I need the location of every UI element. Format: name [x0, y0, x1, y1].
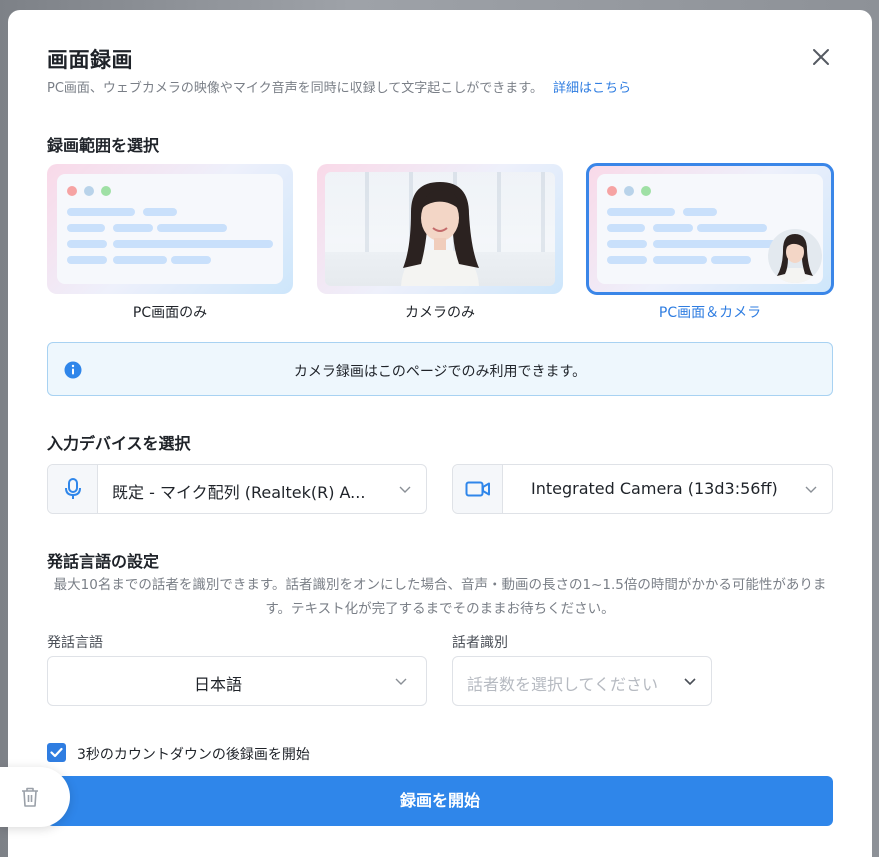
- start-recording-button[interactable]: 録画を開始: [47, 776, 833, 826]
- devices-section-title: 入力デバイスを選択: [47, 434, 191, 453]
- language-description: 最大10名までの話者を識別できます。話者識別をオンにした場合、音声・動画の長さの…: [53, 577, 827, 617]
- info-banner-text: カメラ録画はこのページでのみ利用できます。: [293, 364, 587, 380]
- scope-option-pc-and-camera[interactable]: [586, 163, 834, 295]
- screen-recording-modal: 画面録画 PC画面、ウェブカメラの映像やマイク音声を同時に収録して文字起こしがで…: [8, 10, 872, 857]
- trash-button[interactable]: [0, 767, 70, 827]
- camera-person-photo: [325, 172, 555, 286]
- chevron-down-icon: [805, 486, 817, 493]
- spoken-language-label: 発話言語: [47, 635, 103, 651]
- camera-icon-box: [453, 465, 503, 513]
- modal-subtitle: PC画面、ウェブカメラの映像やマイク音声を同時に収録して文字起こしができます。詳…: [47, 77, 631, 96]
- window-dots: [67, 186, 111, 196]
- video-camera-icon: [465, 481, 490, 497]
- chevron-down-icon: [684, 678, 696, 686]
- language-section-title: 発話言語の設定: [47, 552, 160, 571]
- chevron-down-icon: [399, 486, 411, 493]
- checkmark-icon: [50, 747, 63, 758]
- modal-title: 画面録画: [47, 48, 133, 72]
- countdown-checkbox-label[interactable]: 3秒のカウントダウンの後録画を開始: [77, 744, 310, 764]
- trash-icon: [22, 787, 38, 807]
- screen-illustration: [597, 174, 823, 284]
- microphone-icon: [64, 478, 81, 499]
- scope-option-pc-screen[interactable]: [47, 164, 293, 294]
- camera-select-value: Integrated Camera (13d3:56ff): [531, 479, 778, 498]
- scope-section-title: 録画範囲を選択: [47, 136, 160, 155]
- screen-illustration: [57, 174, 283, 284]
- info-banner: カメラ録画はこのページでのみ利用できます。: [47, 342, 833, 396]
- countdown-checkbox[interactable]: [47, 743, 66, 762]
- scope-option-label: カメラのみ: [405, 305, 475, 321]
- speaker-id-label: 話者識別: [452, 635, 508, 651]
- modal-description: PC画面、ウェブカメラの映像やマイク音声を同時に収録して文字起こしができます。: [47, 81, 543, 96]
- microphone-icon-box: [48, 465, 98, 513]
- camera-overlay-avatar: [768, 229, 822, 283]
- spoken-language-value: 日本語: [193, 675, 242, 694]
- details-link[interactable]: 詳細はこちら: [553, 81, 631, 96]
- spoken-language-select[interactable]: 日本語: [47, 656, 427, 706]
- window-dots: [607, 186, 651, 196]
- speaker-count-placeholder: 話者数を選択してください: [467, 675, 659, 694]
- scope-option-label: PC画面のみ: [132, 305, 208, 321]
- speaker-count-select[interactable]: 話者数を選択してください: [452, 656, 712, 706]
- microphone-select-value: 既定 - マイク配列 (Realtek(R) A...: [112, 483, 366, 502]
- chevron-down-icon: [395, 678, 407, 685]
- scope-option-camera[interactable]: [317, 164, 563, 294]
- scope-option-label: PC画面＆カメラ: [658, 305, 762, 321]
- camera-select[interactable]: Integrated Camera (13d3:56ff): [452, 464, 833, 514]
- microphone-select[interactable]: 既定 - マイク配列 (Realtek(R) A...: [47, 464, 427, 514]
- close-icon[interactable]: [810, 46, 832, 68]
